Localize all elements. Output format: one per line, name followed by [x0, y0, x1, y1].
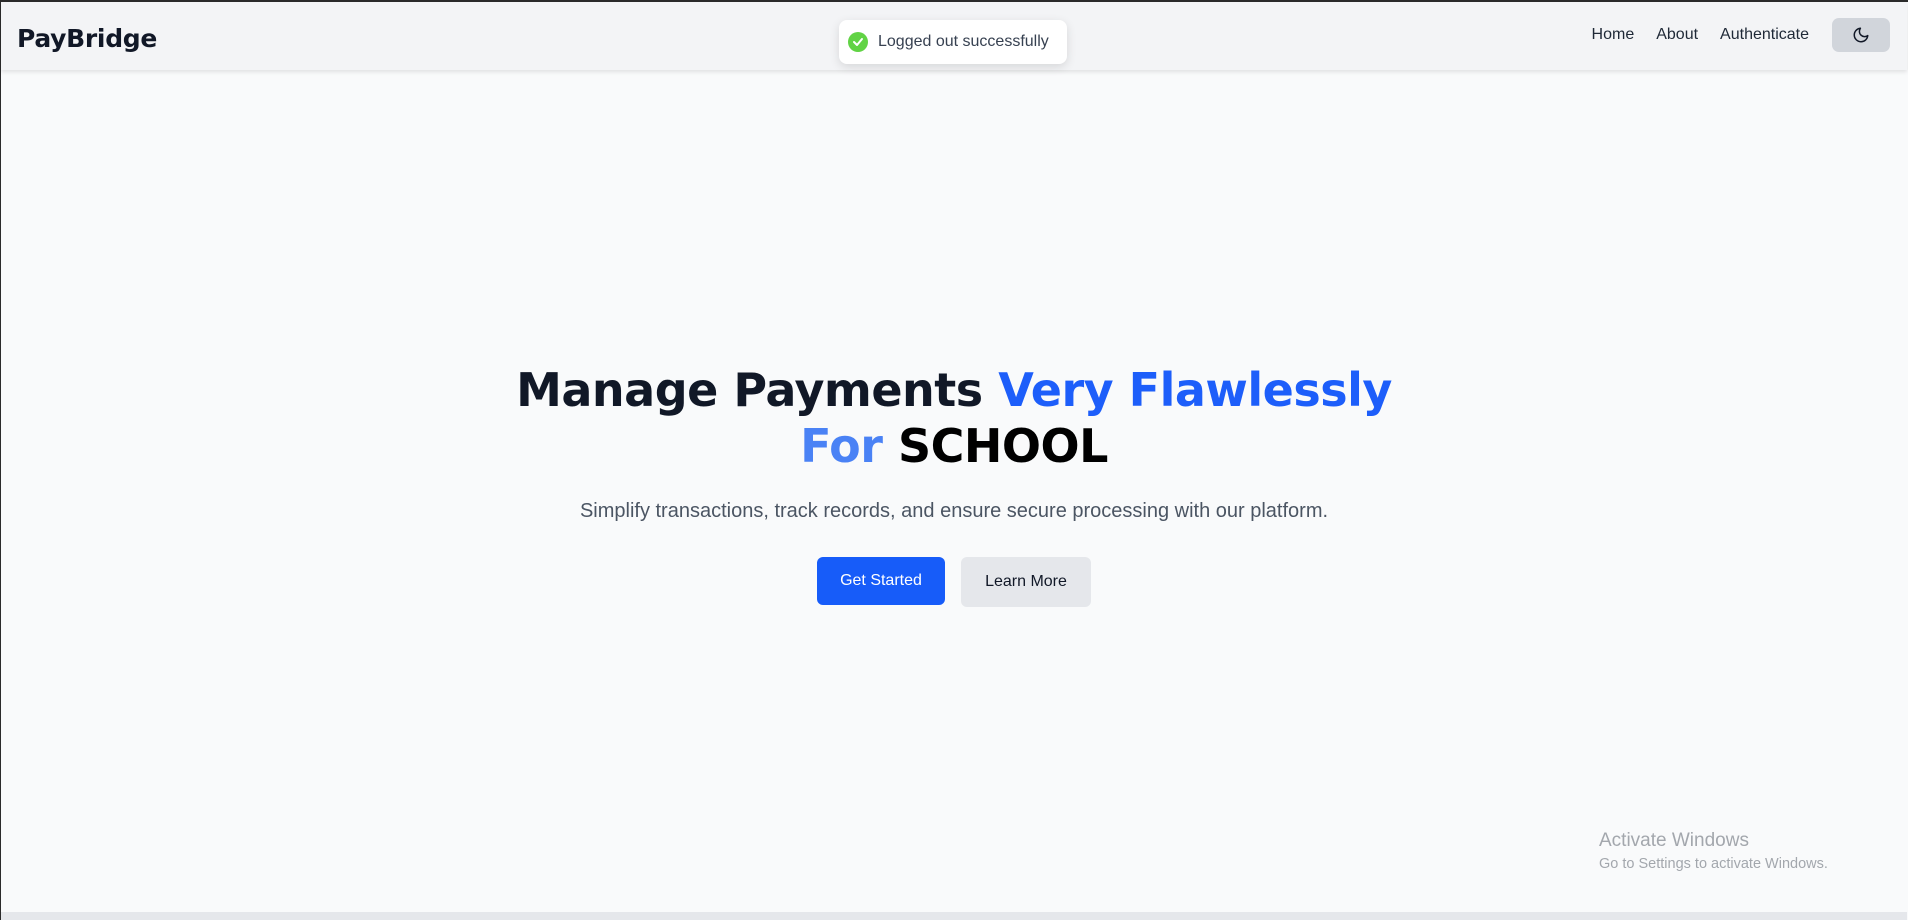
toast-message: Logged out successfully: [878, 33, 1049, 50]
headline-part-for: For: [800, 419, 883, 473]
nav-links: Home About Authenticate: [1592, 26, 1809, 44]
check-circle-icon: [848, 32, 868, 52]
learn-more-button[interactable]: Learn More: [961, 557, 1091, 607]
watermark-subtitle: Go to Settings to activate Windows.: [1599, 856, 1828, 872]
bottom-strip: [1, 912, 1907, 920]
get-started-button[interactable]: Get Started: [817, 557, 945, 605]
nav-link-home[interactable]: Home: [1592, 26, 1635, 44]
toast-notification: Logged out successfully: [839, 20, 1067, 64]
app-window: PayBridge Home About Authenticate Logged…: [0, 0, 1908, 920]
hero-subtitle: Simplify transactions, track records, an…: [579, 500, 1329, 522]
moon-icon: [1853, 27, 1869, 43]
windows-activation-watermark: Activate Windows Go to Settings to activ…: [1599, 830, 1828, 872]
theme-toggle-button[interactable]: [1832, 18, 1890, 52]
nav-link-about[interactable]: About: [1656, 26, 1698, 44]
headline-part-flawlessly: Very Flawlessly: [998, 363, 1392, 417]
watermark-title: Activate Windows: [1599, 830, 1749, 851]
hero-buttons: Get Started Learn More: [1, 557, 1907, 607]
nav-link-authenticate[interactable]: Authenticate: [1720, 26, 1809, 44]
hero-section: Manage Payments Very Flawlessly For SCHO…: [1, 362, 1907, 607]
headline-part-manage: Manage Payments: [516, 363, 983, 417]
hero-headline: Manage Payments Very Flawlessly For SCHO…: [1, 362, 1907, 474]
headline-part-school: SCHOOL: [897, 419, 1108, 473]
brand-logo[interactable]: PayBridge: [17, 24, 157, 53]
